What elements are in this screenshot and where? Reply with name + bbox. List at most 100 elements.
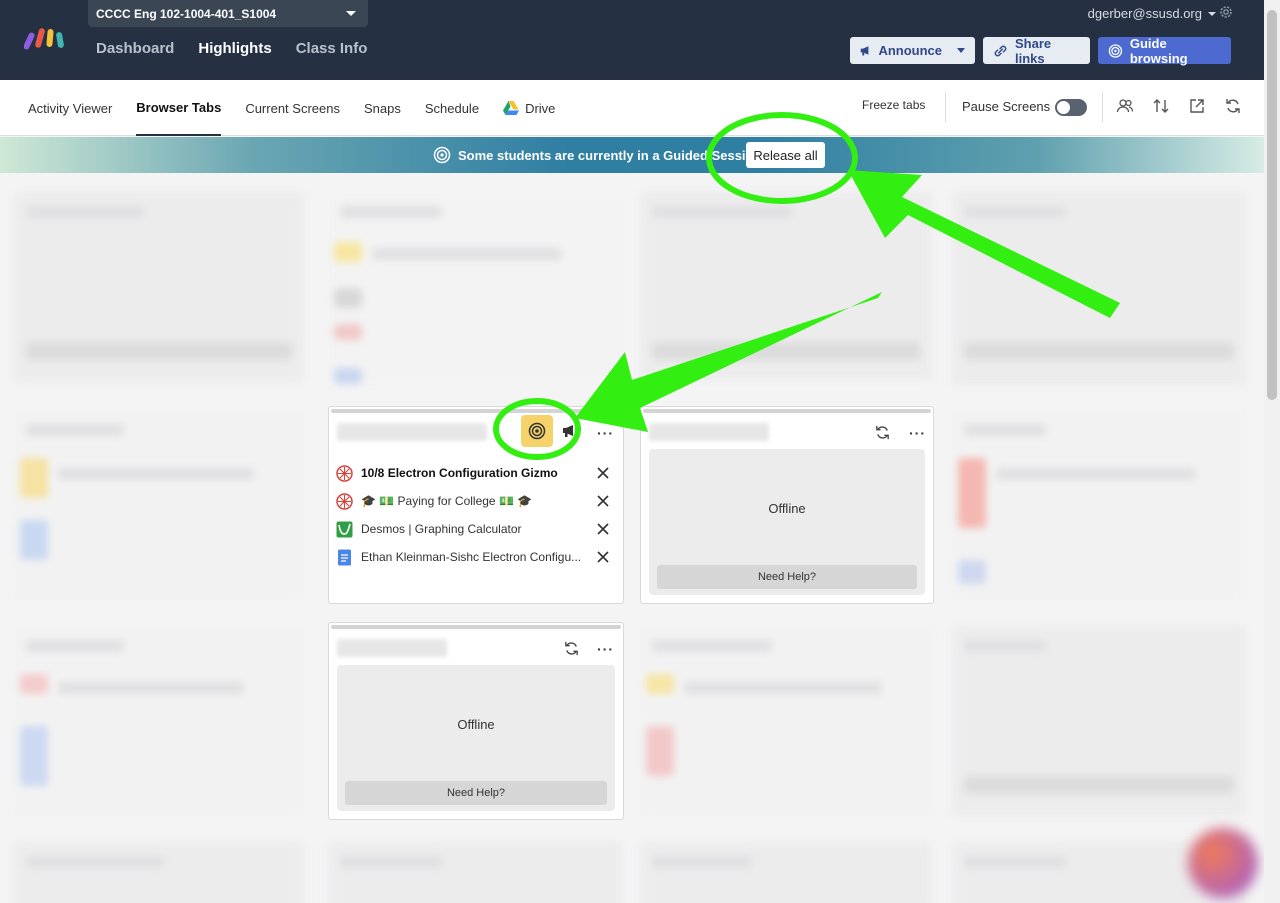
divider [1102,92,1103,122]
open-external-icon[interactable] [1188,97,1206,115]
scrollbar-thumb[interactable] [1267,10,1277,400]
refresh-icon[interactable] [874,424,891,441]
student-card-guided: ··· 10/8 Electron Configuration Gizmo 🎓 … [328,406,624,604]
announce-button[interactable]: Announce [850,37,975,64]
nav-highlights[interactable]: Highlights [198,40,271,57]
release-all-button[interactable]: Release all [746,142,825,168]
tab-title: 🎓 💵 Paying for College 💵 🎓 [361,494,533,508]
card-top-border [331,625,621,629]
class-name: CCCC Eng 102-1004-401_S1004 [96,7,277,21]
tab-label: Current Screens [245,100,340,116]
student-card-blurred [952,626,1246,816]
student-card-blurred [14,410,304,600]
tab-current-screens[interactable]: Current Screens [245,80,340,136]
guide-browsing-button[interactable]: Guide browsing [1098,35,1231,66]
target-icon [433,146,451,164]
student-card-blurred [640,192,932,380]
student-name-hidden [649,423,769,441]
screen-preview: Offline Need Help? [337,665,615,811]
announce-label: Announce [878,43,942,58]
student-name-hidden [337,639,447,657]
gear-icon[interactable] [1218,4,1234,20]
need-help-button[interactable]: Need Help? [345,781,607,805]
target-icon [528,422,546,440]
top-header: CCCC Eng 102-1004-401_S1004 Dashboard Hi… [0,0,1264,80]
guided-session-banner: Some students are currently in a Guided … [0,137,1264,173]
release-all-label: Release all [753,147,818,163]
desmos-icon [336,521,353,537]
offline-status: Offline [768,501,806,516]
account-email: dgerber@ssusd.org [1087,6,1202,21]
tab-schedule[interactable]: Schedule [425,80,479,136]
guide-browsing-label: Guide browsing [1129,35,1188,66]
more-options-icon[interactable]: ··· [597,425,614,441]
more-options-icon[interactable]: ··· [597,641,614,657]
main-nav: Dashboard Highlights Class Info [96,40,367,57]
card-top-border [331,409,621,413]
megaphone-icon[interactable] [562,424,576,438]
tab-label: Drive [525,100,556,116]
chevron-down-icon [957,48,965,53]
tab-browser-tabs[interactable]: Browser Tabs [136,80,222,136]
open-tabs-list: 10/8 Electron Configuration Gizmo 🎓 💵 Pa… [336,459,615,571]
student-card-offline: ··· Offline Need Help? [328,622,624,820]
google-docs-icon [338,549,351,565]
student-card-blurred [14,626,304,816]
chevron-down-icon [346,11,356,16]
tab-label: Activity Viewer [28,100,113,116]
offline-status: Offline [457,717,495,732]
close-icon[interactable] [596,522,610,536]
card-top-border [643,409,931,413]
student-card-blurred [14,842,304,903]
student-card-blurred [640,626,932,816]
need-help-label: Need Help? [446,787,506,799]
freeze-tabs-button[interactable]: Freeze tabs [862,98,925,112]
tab-drive[interactable]: Drive [503,80,555,136]
tab-title: Ethan Kleinman-Sishc Electron Configu... [361,550,582,564]
tab-title: 10/8 Electron Configuration Gizmo [361,466,558,480]
list-item[interactable]: 10/8 Electron Configuration Gizmo [336,459,615,487]
list-item[interactable]: Ethan Kleinman-Sishc Electron Configu... [336,543,615,571]
student-card-blurred [640,842,932,903]
list-item[interactable]: Desmos | Graphing Calculator [336,515,615,543]
users-icon[interactable] [1116,97,1134,115]
close-icon[interactable] [596,550,610,564]
refresh-icon[interactable] [563,640,580,657]
refresh-icon[interactable] [1224,97,1242,115]
caret-down-icon [1208,11,1216,16]
screen-preview: Offline Need Help? [649,449,925,595]
need-help-button[interactable]: Need Help? [657,565,917,589]
google-drive-icon [503,101,520,115]
tab-title: Desmos | Graphing Calculator [361,522,522,536]
sort-icon[interactable] [1152,97,1170,115]
tab-snaps[interactable]: Snaps [364,80,401,136]
explorelearning-icon [336,464,353,482]
explorelearning-icon [336,492,353,510]
banner-message: Some students are currently in a Guided … [458,148,762,163]
tab-label: Snaps [363,100,401,116]
class-selector[interactable]: CCCC Eng 102-1004-401_S1004 [88,0,368,27]
nav-class-info[interactable]: Class Info [296,40,368,57]
tab-activity-viewer[interactable]: Activity Viewer [28,80,112,136]
student-card-blurred [328,842,622,903]
list-item[interactable]: 🎓 💵 Paying for College 💵 🎓 [336,487,615,515]
nav-dashboard[interactable]: Dashboard [96,40,174,57]
student-card-blurred [328,192,622,388]
account-menu[interactable]: dgerber@ssusd.org [1088,6,1216,21]
tab-label: Schedule [424,100,480,116]
link-icon [994,45,1007,56]
page-scrollbar[interactable] [1264,0,1280,903]
close-icon[interactable] [596,494,610,508]
pause-screens-label: Pause Screens [962,99,1051,114]
tab-label: Browser Tabs [136,99,222,115]
student-card-offline: ··· Offline Need Help? [640,406,934,604]
student-card-blurred [952,410,1246,600]
divider [945,92,946,122]
close-icon[interactable] [596,466,610,480]
more-options-icon[interactable]: ··· [909,425,926,441]
pause-screens-toggle[interactable] [1055,99,1087,116]
app-logo[interactable] [24,26,66,52]
share-links-button[interactable]: Share links [983,36,1090,66]
view-tabs: Activity Viewer Browser Tabs Current Scr… [28,80,555,136]
guided-session-chip[interactable] [521,415,553,447]
